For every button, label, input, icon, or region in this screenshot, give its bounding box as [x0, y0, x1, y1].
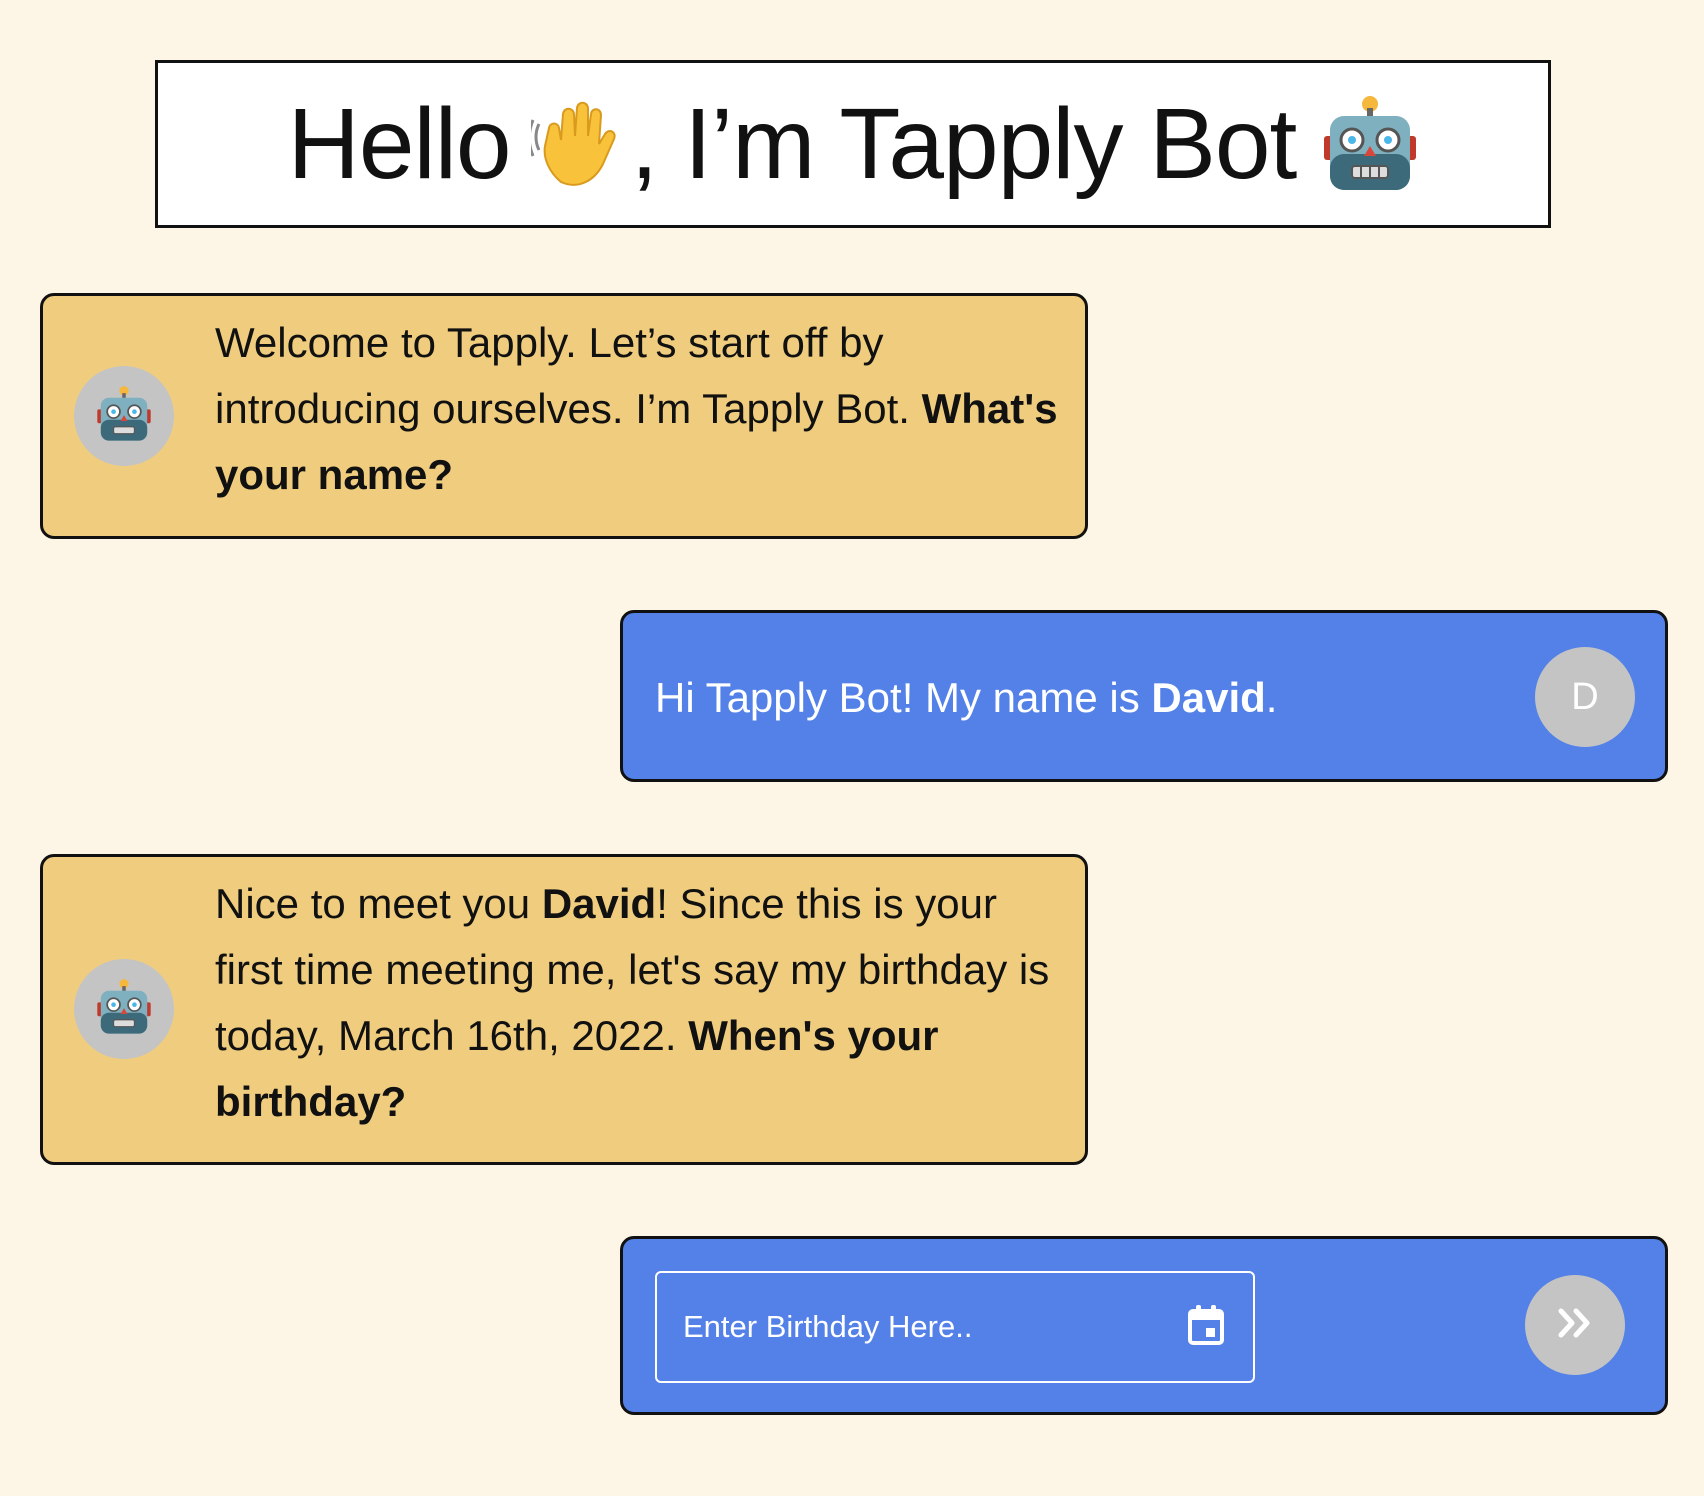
message-text: Welcome to Tapply. Let’s start off by in… [215, 319, 910, 432]
user-message-text: Hi Tapply Bot! My name is David. [655, 665, 1277, 731]
calendar-icon[interactable] [1187, 1304, 1225, 1351]
bot-message: Nice to meet you David! Since this is yo… [40, 854, 1088, 1165]
waving-hand-icon [530, 94, 631, 194]
user-avatar: D [1535, 647, 1635, 747]
birthday-date-input[interactable]: Enter Birthday Here.. [655, 1271, 1255, 1383]
user-name: David [541, 880, 657, 927]
avatar-letter: D [1571, 675, 1599, 718]
bot-avatar [74, 959, 174, 1059]
title-rest: , I’m Tapply Bot [630, 88, 1298, 200]
birthday-input-placeholder: Enter Birthday Here.. [683, 1309, 973, 1344]
robot-icon [96, 978, 152, 1041]
title-banner: Hello , I’m Tapply Bot [155, 60, 1551, 228]
user-input-bubble: Enter Birthday Here.. [620, 1236, 1668, 1415]
submit-button[interactable] [1525, 1275, 1625, 1375]
bot-message-text: Nice to meet you David! Since this is yo… [215, 871, 1065, 1135]
double-chevron-right-icon [1557, 1307, 1593, 1344]
message-text: Nice to meet you [215, 880, 542, 927]
title-hello: Hello [287, 88, 512, 200]
bot-message-text: Welcome to Tapply. Let’s start off by in… [215, 310, 1065, 508]
bot-avatar [74, 366, 174, 466]
robot-icon [96, 385, 152, 448]
message-punctuation: . [1265, 674, 1278, 721]
bot-message: Welcome to Tapply. Let’s start off by in… [40, 293, 1088, 539]
message-text: Hi Tapply Bot! My name is [655, 674, 1152, 721]
page-title: Hello , I’m Tapply Bot [288, 94, 1419, 194]
robot-icon [1322, 94, 1418, 194]
user-name: David [1151, 674, 1266, 721]
user-message: Hi Tapply Bot! My name is David. D [620, 610, 1668, 782]
